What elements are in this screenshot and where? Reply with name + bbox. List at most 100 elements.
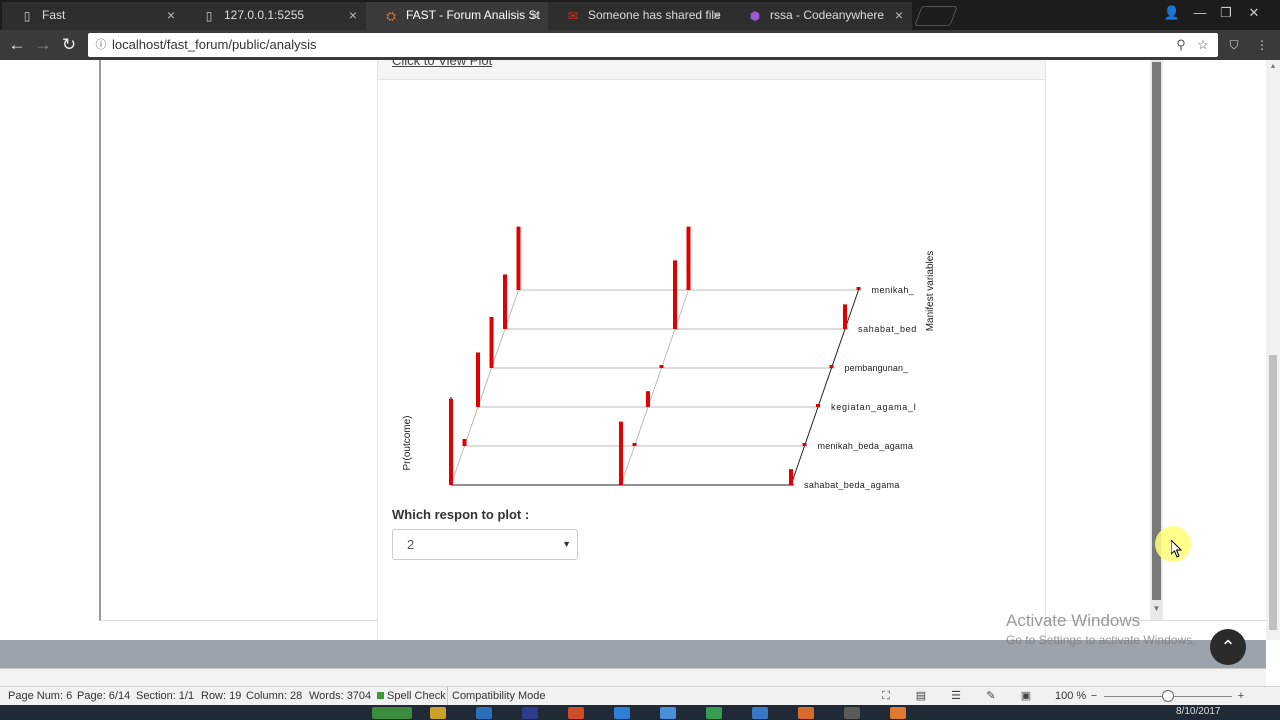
word-count[interactable]: Words: 3704 xyxy=(309,687,371,705)
depth-line xyxy=(620,289,689,486)
activate-title: Activate Windows xyxy=(1006,611,1141,630)
variable-label: sahabat_beda_agama xyxy=(804,480,899,490)
bar xyxy=(646,391,650,407)
bar xyxy=(619,421,623,485)
respon-select[interactable]: 2 ▼ xyxy=(392,529,578,560)
codeanywhere-icon: ⬢ xyxy=(749,9,761,23)
bar xyxy=(659,365,664,368)
bar xyxy=(476,352,480,407)
edit-view-icon[interactable]: ✎ xyxy=(983,689,999,703)
browser-toolbar: ← → ↻ ⓘ localhost/fast_forum/public/anal… xyxy=(0,30,1280,60)
app-icon[interactable] xyxy=(890,707,906,719)
depth-line xyxy=(790,289,859,486)
respon-select-value: 2 xyxy=(407,537,415,552)
zoom-out-icon[interactable]: − xyxy=(1086,689,1102,703)
tab-title: Someone has shared file xyxy=(588,8,721,22)
section: Section: 1/1 xyxy=(136,690,195,702)
zoom-in-icon[interactable]: + xyxy=(1233,689,1249,703)
app-icon[interactable] xyxy=(614,707,630,719)
zoom-level: 100 % xyxy=(1055,690,1087,702)
spell-check[interactable]: Spell Check xyxy=(387,687,446,705)
variable-label: pembangunan_ xyxy=(845,363,910,373)
menu-icon[interactable]: ⋮ xyxy=(1252,35,1272,55)
compatibility-mode: Compatibility Mode xyxy=(447,687,546,705)
pin-icon[interactable]: ⚲ xyxy=(1172,36,1190,54)
app-icon[interactable] xyxy=(522,707,538,719)
close-icon[interactable]: × xyxy=(346,2,360,28)
activate-windows-watermark: Activate Windows Go to Settings to activ… xyxy=(1006,611,1195,647)
app-icon[interactable] xyxy=(752,707,768,719)
page-scrollbar[interactable]: ▲ xyxy=(1266,60,1280,640)
app-icon[interactable] xyxy=(476,707,492,719)
app-icon[interactable] xyxy=(660,707,676,719)
variable-label: kegiatan_agama_l xyxy=(831,402,916,412)
reload-icon[interactable]: ↻ xyxy=(58,34,80,56)
document-icon: ▯ xyxy=(205,9,213,23)
bar xyxy=(632,443,637,446)
fit-icon[interactable]: ⛶ xyxy=(878,689,894,703)
page-viewport: Click to View Plot 0.49620.46760.0362sah… xyxy=(0,60,1266,640)
shield-icon[interactable]: ⛉ xyxy=(1224,35,1244,55)
user-icon[interactable]: 👤 xyxy=(1160,2,1184,24)
bar xyxy=(503,274,507,329)
depth-line xyxy=(450,289,519,486)
zoom-slider-thumb[interactable] xyxy=(1162,690,1174,702)
bar xyxy=(843,304,847,329)
variable-label: sahabat_bed xyxy=(858,324,916,334)
star-icon[interactable]: ☆ xyxy=(1194,36,1212,54)
page-scrollbar-thumb[interactable] xyxy=(1269,355,1277,630)
app-icon[interactable] xyxy=(372,707,412,719)
respon-label: Which respon to plot : xyxy=(392,507,530,522)
bar xyxy=(449,398,453,485)
restore-icon[interactable]: ❐ xyxy=(1214,2,1238,24)
z-axis-title: Manifest variables xyxy=(925,251,936,332)
page-view-icon[interactable]: ▤ xyxy=(913,689,929,703)
bar xyxy=(856,287,861,290)
app-icon[interactable] xyxy=(844,707,860,719)
close-icon[interactable]: × xyxy=(528,2,542,28)
activate-subtitle: Go to Settings to activate Windows. xyxy=(1006,633,1196,647)
window-close-icon[interactable]: ✕ xyxy=(1242,2,1266,24)
row: Row: 19 xyxy=(201,690,242,702)
app-icon[interactable] xyxy=(798,707,814,719)
variable-label: menikah_ xyxy=(872,285,915,295)
tab-gmail[interactable]: ✉ Someone has shared file × xyxy=(548,2,730,30)
bar xyxy=(673,260,677,329)
chevron-down-icon: ▼ xyxy=(562,539,571,549)
scroll-up-icon[interactable]: ▲ xyxy=(1266,62,1280,72)
bar xyxy=(686,226,691,290)
app-icon[interactable] xyxy=(568,707,584,719)
fast-icon: ⛭ xyxy=(386,9,396,23)
new-tab-button[interactable] xyxy=(914,6,958,26)
inner-scrollbar-thumb[interactable] xyxy=(1152,62,1161,600)
app-icon[interactable] xyxy=(706,707,722,719)
bar xyxy=(829,365,834,368)
close-icon[interactable]: × xyxy=(710,2,724,28)
close-icon[interactable]: × xyxy=(892,2,906,28)
page-count: Page: 6/14 xyxy=(77,690,131,702)
variable-label: menikah_beda_agama xyxy=(818,441,913,451)
document-text-line xyxy=(0,668,1266,687)
info-icon[interactable]: ⓘ xyxy=(92,36,110,54)
web-view-icon[interactable]: ▣ xyxy=(1018,689,1034,703)
back-icon[interactable]: ← xyxy=(6,34,28,56)
scroll-to-top-button[interactable]: ⌃ xyxy=(1210,629,1246,665)
close-icon[interactable]: × xyxy=(164,2,178,28)
folder-icon[interactable] xyxy=(430,707,446,719)
mouse-cursor-icon xyxy=(1171,540,1183,558)
tab-fast-forum[interactable]: ⛭ FAST - Forum Analisis St × xyxy=(366,2,548,30)
tab-localhost[interactable]: ▯ 127.0.0.1:5255 × xyxy=(184,2,366,30)
tab-fast[interactable]: ▯ Fast × xyxy=(2,2,184,30)
address-bar[interactable]: ⓘ localhost/fast_forum/public/analysis ⚲… xyxy=(88,33,1218,57)
gmail-icon: ✉ xyxy=(567,9,579,23)
tab-title: rssa - Codeanywhere xyxy=(770,8,885,22)
forward-icon[interactable]: → xyxy=(32,34,54,56)
bar xyxy=(462,438,467,446)
outline-view-icon[interactable]: ☰ xyxy=(948,689,964,703)
url-text: localhost/fast_forum/public/analysis xyxy=(112,37,317,52)
y-axis-title: Pr(outcome) xyxy=(402,415,413,470)
word-status-bar: Page Num: 6 Page: 6/14 Section: 1/1 Row:… xyxy=(0,686,1280,706)
column: Column: 28 xyxy=(246,690,303,702)
minimize-icon[interactable]: — xyxy=(1188,2,1212,24)
tab-codeanywhere[interactable]: ⬢ rssa - Codeanywhere × xyxy=(730,2,912,30)
